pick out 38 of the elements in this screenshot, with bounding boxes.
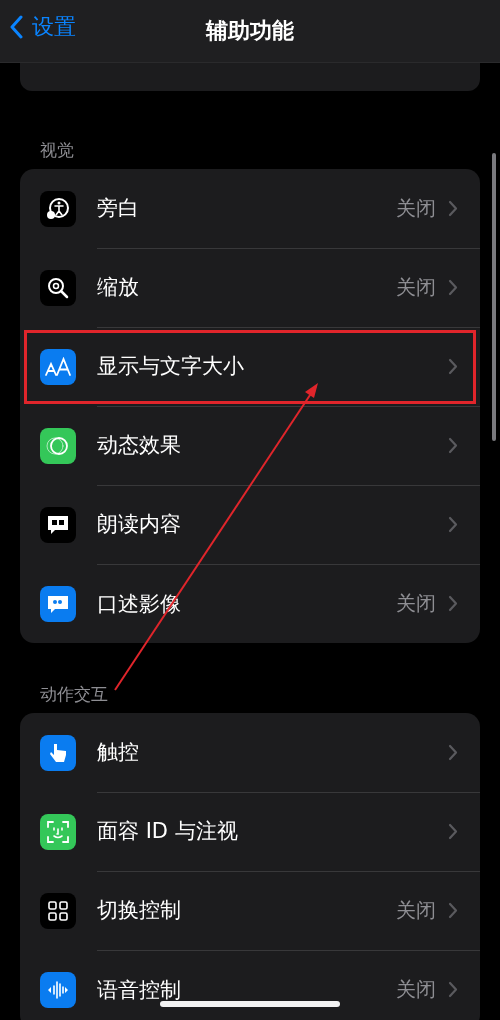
settings-row[interactable]: 旁白 关闭	[20, 169, 480, 248]
back-link[interactable]: 设置	[10, 12, 76, 42]
settings-row[interactable]: 朗读内容	[20, 485, 480, 564]
settings-row[interactable]: 切换控制 关闭	[20, 871, 480, 950]
row-label: 切换控制	[97, 897, 182, 924]
chevron-icon	[448, 901, 458, 919]
settings-row[interactable]: 动态效果	[20, 406, 480, 485]
chevron-icon	[448, 981, 458, 998]
section-header: 视觉	[39, 139, 75, 161]
page-title: 辅助功能	[206, 17, 294, 45]
chevron-icon	[448, 822, 458, 840]
row-label: 面容 ID 与注视	[97, 818, 239, 845]
settings-row[interactable]: 显示与文字大小	[20, 327, 480, 406]
row-label: 触控	[97, 739, 140, 766]
row-value: 关闭	[396, 194, 436, 222]
chevron-icon	[448, 278, 458, 296]
chevron-icon	[448, 357, 458, 375]
row-label: 朗读内容	[97, 511, 182, 538]
chevron-icon	[448, 743, 458, 761]
row-value: 关闭	[396, 273, 436, 301]
text-size-icon	[44, 356, 72, 377]
row-label: 动态效果	[97, 432, 182, 459]
settings-row[interactable]: 面容 ID 与注视	[20, 792, 480, 871]
row-label: 显示与文字大小	[97, 353, 245, 380]
settings-row[interactable]: 触控	[20, 713, 480, 792]
row-label: 旁白	[97, 195, 140, 222]
settings-row[interactable]: 缩放 关闭	[20, 248, 480, 327]
row-value: 关闭	[396, 976, 436, 1003]
row-label: 缩放	[97, 274, 140, 301]
back-chevron-icon	[10, 15, 24, 39]
chevron-icon	[448, 595, 458, 612]
chevron-icon	[448, 436, 458, 454]
section-header: 动作交互	[39, 683, 109, 705]
chevron-icon	[448, 515, 458, 533]
chevron-icon	[448, 199, 458, 217]
row-value: 关闭	[396, 590, 436, 617]
row-label: 语音控制	[97, 976, 182, 1004]
row-value: 关闭	[396, 896, 436, 924]
